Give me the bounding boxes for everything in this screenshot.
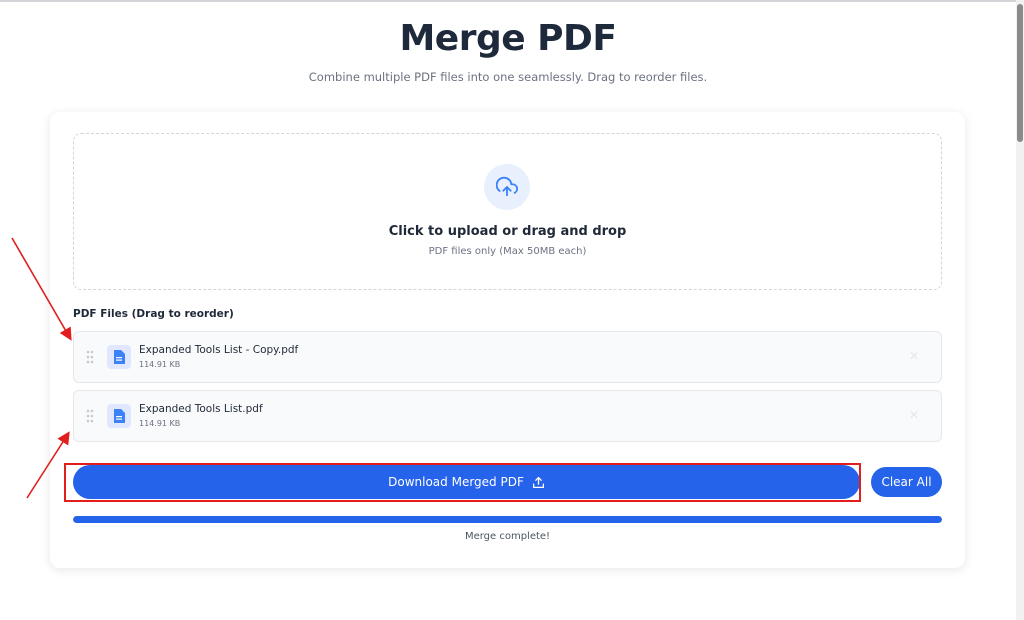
drag-handle-icon[interactable] [86, 409, 94, 423]
clear-all-button[interactable]: Clear All [871, 467, 942, 497]
file-name: Expanded Tools List - Copy.pdf [139, 344, 299, 356]
download-label: Download Merged PDF [388, 475, 524, 489]
merge-progress-bar [73, 516, 942, 523]
remove-file-button[interactable]: ✕ [907, 349, 921, 363]
merge-progress-fill [73, 516, 942, 523]
dropzone-title: Click to upload or drag and drop [388, 224, 627, 239]
download-merged-pdf-button[interactable]: Download Merged PDF [73, 465, 860, 499]
file-size: 114.91 KB [139, 360, 181, 369]
file-row[interactable]: Expanded Tools List - Copy.pdf 114.91 KB… [73, 331, 942, 383]
dropzone-subtitle: PDF files only (Max 50MB each) [428, 246, 587, 257]
scrollbar[interactable] [1016, 0, 1024, 620]
files-label: PDF Files (Drag to reorder) [73, 308, 234, 320]
upload-arrow-icon [532, 476, 544, 488]
pdf-file-icon [107, 404, 131, 428]
remove-file-button[interactable]: ✕ [907, 408, 921, 422]
file-row[interactable]: Expanded Tools List.pdf 114.91 KB ✕ [73, 390, 942, 442]
file-size: 114.91 KB [139, 419, 181, 428]
window-top-border [0, 0, 1016, 2]
cloud-upload-icon [484, 164, 530, 210]
file-name: Expanded Tools List.pdf [139, 403, 263, 415]
merge-card: Click to upload or drag and drop PDF fil… [50, 112, 965, 568]
merge-status: Merge complete! [464, 531, 551, 542]
page-subtitle: Combine multiple PDF files into one seam… [308, 70, 708, 84]
page-title: Merge PDF [399, 18, 617, 59]
pdf-file-icon [107, 345, 131, 369]
drag-handle-icon[interactable] [86, 350, 94, 364]
scrollbar-thumb[interactable] [1017, 4, 1023, 142]
upload-dropzone[interactable]: Click to upload or drag and drop PDF fil… [73, 133, 942, 290]
